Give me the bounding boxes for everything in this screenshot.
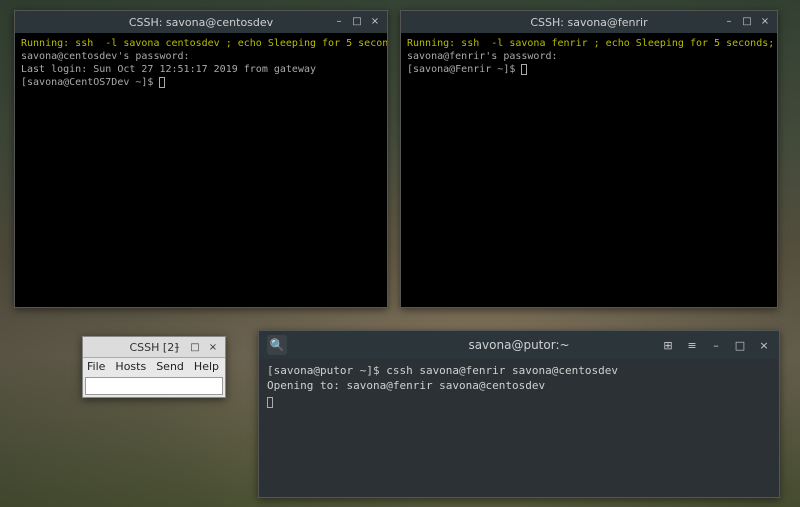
terminal-output: savona@fenrir's password: bbox=[407, 50, 771, 63]
terminal-window-centosdev[interactable]: CSSH: savona@centosdev – □ × Running: ss… bbox=[14, 10, 388, 308]
terminal-output: Last login: Sun Oct 27 12:51:17 2019 fro… bbox=[21, 63, 381, 76]
menu-hosts[interactable]: Hosts bbox=[115, 360, 146, 373]
menubar: File Hosts Send Help bbox=[83, 358, 225, 375]
minimize-button[interactable]: – bbox=[331, 13, 347, 29]
maximize-button[interactable]: □ bbox=[739, 13, 755, 29]
minimize-button[interactable]: – bbox=[169, 339, 185, 355]
close-button[interactable]: × bbox=[755, 336, 773, 354]
cssh-control-window[interactable]: CSSH [2] – □ × File Hosts Send Help bbox=[82, 336, 226, 398]
terminal-prompt-line: [savona@CentOS7Dev ~]$ bbox=[21, 76, 381, 89]
titlebar-centosdev[interactable]: CSSH: savona@centosdev – □ × bbox=[15, 11, 387, 33]
window-controls: – □ × bbox=[169, 339, 221, 355]
menu-send[interactable]: Send bbox=[156, 360, 184, 373]
terminal-output: Running: ssh -l savona centosdev ; echo … bbox=[21, 37, 381, 50]
maximize-button[interactable]: □ bbox=[731, 336, 749, 354]
titlebar-fenrir[interactable]: CSSH: savona@fenrir – □ × bbox=[401, 11, 777, 33]
window-title: CSSH: savona@fenrir bbox=[530, 16, 647, 29]
window-controls: – □ × bbox=[331, 13, 383, 29]
search-button[interactable]: 🔍 bbox=[267, 335, 287, 355]
terminal-window-fenrir[interactable]: CSSH: savona@fenrir – □ × Running: ssh -… bbox=[400, 10, 778, 308]
hamburger-menu-button[interactable]: ≡ bbox=[683, 336, 701, 354]
newtab-button[interactable]: ⊞ bbox=[659, 336, 677, 354]
cursor-icon bbox=[521, 64, 527, 75]
titlebar-cssh[interactable]: CSSH [2] – □ × bbox=[83, 337, 225, 358]
maximize-button[interactable]: □ bbox=[349, 13, 365, 29]
window-title: CSSH: savona@centosdev bbox=[129, 16, 273, 29]
minimize-button[interactable]: – bbox=[707, 336, 725, 354]
close-button[interactable]: × bbox=[367, 13, 383, 29]
cursor-icon bbox=[159, 77, 165, 88]
terminal-output: Running: ssh -l savona fenrir ; echo Sle… bbox=[407, 37, 771, 50]
menu-file[interactable]: File bbox=[87, 360, 105, 373]
terminal-prompt-line bbox=[267, 394, 771, 409]
cursor-icon bbox=[267, 397, 273, 408]
terminal-prompt-line: [savona@Fenrir ~]$ bbox=[407, 63, 771, 76]
maximize-button[interactable]: □ bbox=[187, 339, 203, 355]
terminal-output: savona@centosdev's password: bbox=[21, 50, 381, 63]
terminal-body-fenrir[interactable]: Running: ssh -l savona fenrir ; echo Sle… bbox=[401, 33, 777, 307]
menu-help[interactable]: Help bbox=[194, 360, 219, 373]
window-controls: – □ × bbox=[721, 13, 773, 29]
gnome-terminal-window[interactable]: 🔍 savona@putor:~ ⊞ ≡ – □ × [savona@putor… bbox=[258, 330, 780, 498]
terminal-output: [savona@putor ~]$ cssh savona@fenrir sav… bbox=[267, 363, 771, 378]
cssh-input[interactable] bbox=[85, 377, 223, 395]
window-title: savona@putor:~ bbox=[468, 338, 569, 352]
search-icon: 🔍 bbox=[270, 338, 285, 352]
close-button[interactable]: × bbox=[757, 13, 773, 29]
window-controls: ⊞ ≡ – □ × bbox=[659, 336, 773, 354]
terminal-prompt: [savona@CentOS7Dev ~]$ bbox=[21, 77, 159, 88]
titlebar-gnome[interactable]: 🔍 savona@putor:~ ⊞ ≡ – □ × bbox=[259, 331, 779, 359]
terminal-body-gnome[interactable]: [savona@putor ~]$ cssh savona@fenrir sav… bbox=[259, 359, 779, 497]
terminal-body-centosdev[interactable]: Running: ssh -l savona centosdev ; echo … bbox=[15, 33, 387, 307]
minimize-button[interactable]: – bbox=[721, 13, 737, 29]
terminal-output: Opening to: savona@fenrir savona@centosd… bbox=[267, 378, 771, 393]
close-button[interactable]: × bbox=[205, 339, 221, 355]
terminal-prompt: [savona@Fenrir ~]$ bbox=[407, 64, 521, 75]
